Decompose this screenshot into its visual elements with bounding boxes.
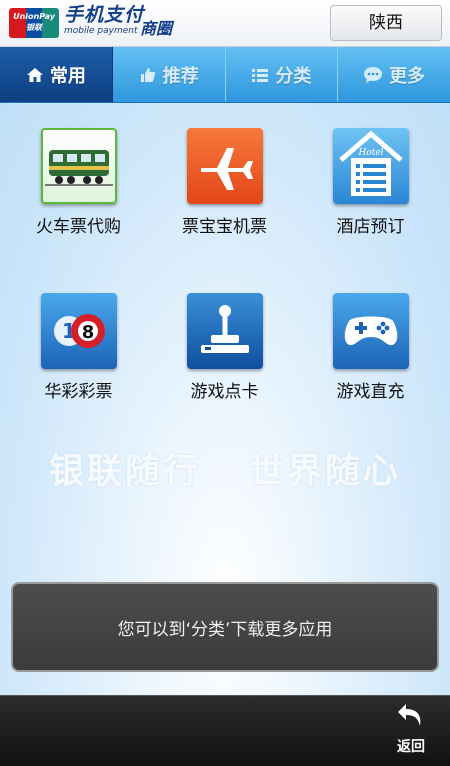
bottom-bar: 返回 xyxy=(0,695,450,766)
app-label: 华彩彩票 xyxy=(44,382,113,402)
tab-label: 分类 xyxy=(275,65,312,87)
app-label: 票宝宝机票 xyxy=(182,217,267,237)
slogan-left: 银联随行 xyxy=(48,452,201,492)
chat-bubble-icon xyxy=(363,66,383,84)
back-arrow-icon xyxy=(396,704,426,734)
joystick-icon xyxy=(186,293,263,369)
unionpay-logo: UnionPay 银联 xyxy=(9,8,59,38)
tab-category[interactable]: 分类 xyxy=(226,47,339,102)
tab-label: 常用 xyxy=(49,65,86,87)
tab-label: 更多 xyxy=(389,65,426,87)
gamepad-icon xyxy=(332,293,409,369)
app-train-ticket[interactable]: 火车票代购 xyxy=(6,128,151,237)
slogan-watermark: 银联随行 世界随心 xyxy=(0,443,450,494)
main-content: 火车票代购 票宝宝机票 Hotel 酒店预订 1 8 华彩彩票 游戏点卡 游戏直… xyxy=(0,103,450,695)
home-icon xyxy=(26,66,44,84)
brand-subtitle: mobile payment xyxy=(64,26,138,36)
back-button[interactable]: 返回 xyxy=(384,702,438,760)
airplane-icon xyxy=(186,128,263,204)
train-icon xyxy=(40,128,117,204)
app-label: 游戏直充 xyxy=(336,382,405,402)
ball-8-text: 8 xyxy=(81,322,94,343)
brand-title: 手机支付 mobile payment xyxy=(64,5,144,37)
app-hotel-booking[interactable]: Hotel 酒店预订 xyxy=(298,128,443,237)
region-button[interactable]: 陕西 xyxy=(330,5,442,41)
app-game-card[interactable]: 游戏点卡 xyxy=(152,293,297,402)
app-label: 酒店预订 xyxy=(336,217,405,237)
app-label: 火车票代购 xyxy=(36,217,121,237)
back-label: 返回 xyxy=(397,739,425,755)
lottery-balls-icon: 1 8 xyxy=(40,293,117,369)
toast-message: 您可以到‘分类’下载更多应用 xyxy=(11,582,439,672)
app-flight-ticket[interactable]: 票宝宝机票 xyxy=(152,128,297,237)
app-lottery[interactable]: 1 8 华彩彩票 xyxy=(6,293,151,402)
tab-recommend[interactable]: 推荐 xyxy=(113,47,226,102)
list-icon xyxy=(251,66,269,84)
tab-label: 推荐 xyxy=(162,65,199,87)
hotel-icon: Hotel xyxy=(332,128,409,204)
logo-text-top: UnionPay xyxy=(13,12,55,21)
slogan-right: 世界随心 xyxy=(249,452,402,492)
app-label: 游戏点卡 xyxy=(190,382,259,402)
hotel-sign-text: Hotel xyxy=(357,148,383,158)
thumbs-up-icon xyxy=(139,66,157,84)
tab-more[interactable]: 更多 xyxy=(338,47,450,102)
brand-suffix: 商圈 xyxy=(140,19,173,38)
brand-title-text: 手机支付 xyxy=(64,4,145,26)
app-game-recharge[interactable]: 游戏直充 xyxy=(298,293,443,402)
tab-common[interactable]: 常用 xyxy=(0,47,113,102)
tab-bar: 常用 推荐 分类 更多 xyxy=(0,47,450,103)
app-header: UnionPay 银联 手机支付 mobile payment 商圈 陕西 xyxy=(0,0,450,47)
logo-text-bottom: 银联 xyxy=(26,23,42,32)
